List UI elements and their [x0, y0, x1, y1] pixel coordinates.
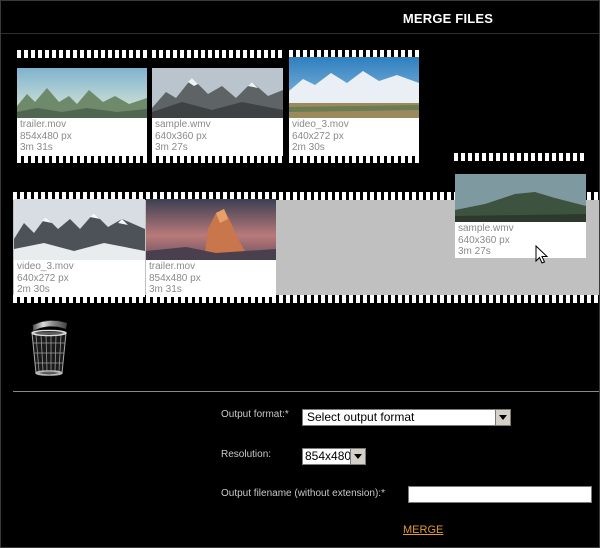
output-filename-label: Output filename (without extension):* — [221, 488, 385, 499]
merge-window: MERGE FILES trailer.mov 854x480 px 3m 31… — [0, 0, 600, 548]
clip-thumbnail — [455, 174, 586, 222]
clip-duration: 3m 27s — [458, 246, 491, 257]
clip-name: sample.wmv — [458, 223, 514, 234]
source-clip-video3[interactable]: video_3.mov 640x272 px 2m 30s — [289, 57, 419, 156]
clip-name: video_3.mov — [292, 119, 349, 130]
resolution-label: Resolution: — [221, 449, 272, 460]
film-perforation — [17, 155, 147, 163]
clip-resolution: 640x272 px — [292, 130, 344, 142]
clip-resolution: 640x360 px — [458, 234, 510, 246]
film-perforation — [152, 50, 283, 58]
clip-duration: 2m 30s — [292, 142, 325, 153]
dragging-clip-sample[interactable]: sample.wmv 640x360 px 3m 27s — [455, 174, 586, 258]
clip-duration: 3m 27s — [155, 142, 188, 153]
clip-thumbnail — [152, 68, 283, 118]
chevron-down-icon — [495, 410, 510, 425]
mouse-pointer-icon — [535, 244, 549, 270]
clip-thumbnail — [146, 199, 276, 260]
output-filename-input[interactable] — [408, 486, 592, 503]
clip-thumbnail — [17, 68, 147, 118]
clip-name: video_3.mov — [17, 261, 74, 272]
clip-duration: 2m 30s — [17, 284, 50, 295]
section-divider — [13, 391, 599, 392]
clip-duration: 3m 31s — [20, 142, 53, 153]
trash-can-icon[interactable] — [27, 319, 71, 382]
clip-resolution: 640x360 px — [155, 130, 207, 142]
output-format-label: Output format:* — [221, 409, 289, 420]
clip-thumbnail — [289, 57, 419, 118]
clip-name: trailer.mov — [149, 261, 196, 272]
film-perforation — [17, 50, 147, 58]
clip-resolution: 854x480 px — [20, 130, 72, 142]
output-format-value: Select output format — [307, 410, 415, 424]
clip-duration: 3m 31s — [149, 284, 182, 295]
title-divider — [1, 33, 599, 34]
source-clip-sample[interactable]: sample.wmv 640x360 px 3m 27s — [152, 68, 283, 156]
timeline-clip-trailer[interactable]: trailer.mov 854x480 px 3m 31s — [146, 199, 276, 297]
resolution-select[interactable]: 854x480 — [302, 448, 366, 465]
timeline-clip-video3[interactable]: video_3.mov 640x272 px 2m 30s — [14, 199, 145, 297]
source-clip-trailer[interactable]: trailer.mov 854x480 px 3m 31s — [17, 68, 147, 156]
chevron-down-icon — [350, 449, 365, 464]
clip-resolution: 640x272 px — [17, 272, 69, 284]
clip-resolution: 854x480 px — [149, 272, 201, 284]
film-perforation — [454, 153, 585, 161]
film-perforation — [289, 155, 419, 163]
clip-name: sample.wmv — [155, 119, 211, 130]
clip-name: trailer.mov — [20, 119, 67, 130]
merge-link[interactable]: MERGE — [403, 524, 443, 536]
clip-thumbnail — [14, 199, 145, 260]
window-title: MERGE FILES — [402, 11, 494, 26]
film-perforation — [152, 155, 283, 163]
resolution-value: 854x480 — [305, 449, 352, 463]
output-format-select[interactable]: Select output format — [302, 409, 511, 426]
